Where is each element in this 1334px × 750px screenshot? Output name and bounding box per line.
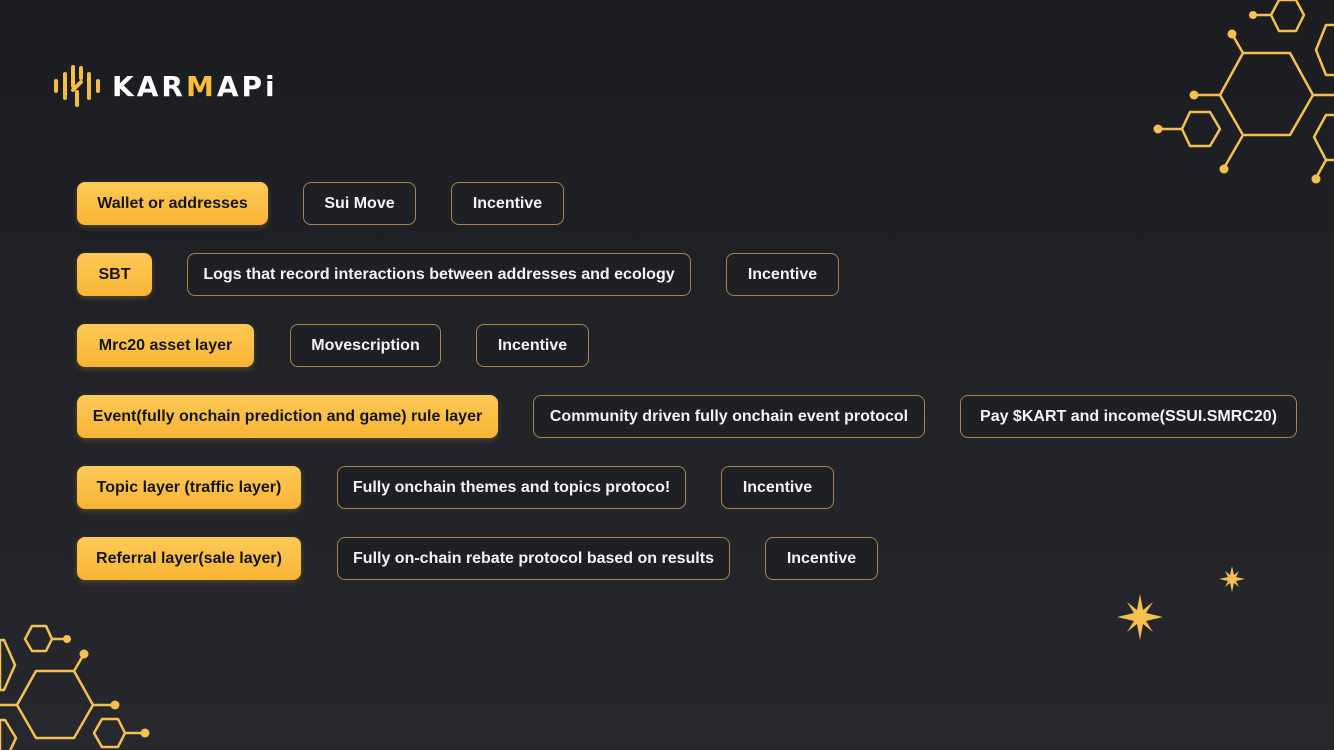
item-incentive: Incentive [721, 466, 834, 509]
item-incentive: Incentive [726, 253, 839, 296]
layer-wallet-or-addresses: Wallet or addresses [77, 182, 268, 225]
brand-name-prefix: KAR [112, 69, 186, 103]
layer-event-rule: Event(fully onchain prediction and game)… [77, 395, 498, 438]
layer-mrc20-asset: Mrc20 asset layer [77, 324, 254, 367]
hexagon-network-bottom-left-icon [0, 624, 150, 750]
item-sui-move: Sui Move [303, 182, 416, 225]
item-rebate-protocol: Fully on-chain rebate protocol based on … [337, 537, 730, 580]
sparkle-large-icon [1117, 594, 1163, 640]
item-community-event-protocol: Community driven fully onchain event pro… [533, 395, 925, 438]
brand-name: KARMAPi [112, 70, 278, 103]
item-incentive: Incentive [765, 537, 878, 580]
brand-logo: KARMAPi [52, 64, 278, 108]
brand-name-suffix: APi [216, 69, 278, 103]
item-movescription: Movescription [290, 324, 441, 367]
item-incentive: Incentive [451, 182, 564, 225]
hexagon-network-top-right-icon [1153, 0, 1334, 184]
item-incentive: Incentive [476, 324, 589, 367]
layer-sbt: SBT [77, 253, 152, 296]
layer-topic-traffic: Topic layer (traffic layer) [77, 466, 301, 509]
sound-wave-logo-icon [54, 65, 100, 107]
item-logs-interactions: Logs that record interactions between ad… [187, 253, 691, 296]
layer-referral-sale: Referral layer(sale layer) [77, 537, 301, 580]
item-pay-kart-income: Pay $KART and income(SSUI.SMRC20) [960, 395, 1297, 438]
brand-name-accent: M [185, 69, 217, 103]
item-themes-topics-protocol: Fully onchain themes and topics protoco! [337, 466, 686, 509]
sparkle-small-icon [1219, 566, 1245, 592]
